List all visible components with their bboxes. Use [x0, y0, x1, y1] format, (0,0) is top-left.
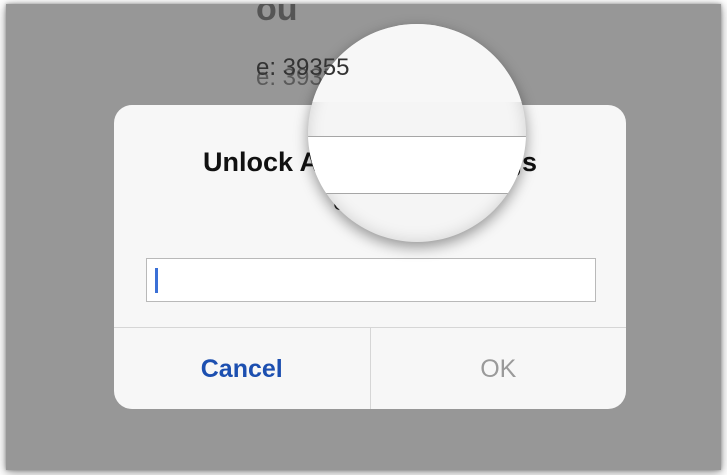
background-title-fragment: ou — [256, 4, 298, 28]
alert-button-row: Cancel OK — [114, 327, 626, 409]
magnified-code-text: e: 39355 — [256, 54, 350, 81]
alert-title-left: Unlock A — [202, 147, 319, 177]
text-caret — [155, 268, 158, 293]
cancel-button[interactable]: Cancel — [114, 328, 371, 409]
screenshot-frame: ou e: 39355 Unlock Angs Coo Cancel OK e:… — [6, 4, 721, 470]
ok-button[interactable]: OK — [371, 328, 627, 409]
magnified-field-border-bottom — [308, 193, 526, 194]
code-input[interactable] — [146, 258, 596, 302]
magnified-input-field — [308, 137, 526, 193]
